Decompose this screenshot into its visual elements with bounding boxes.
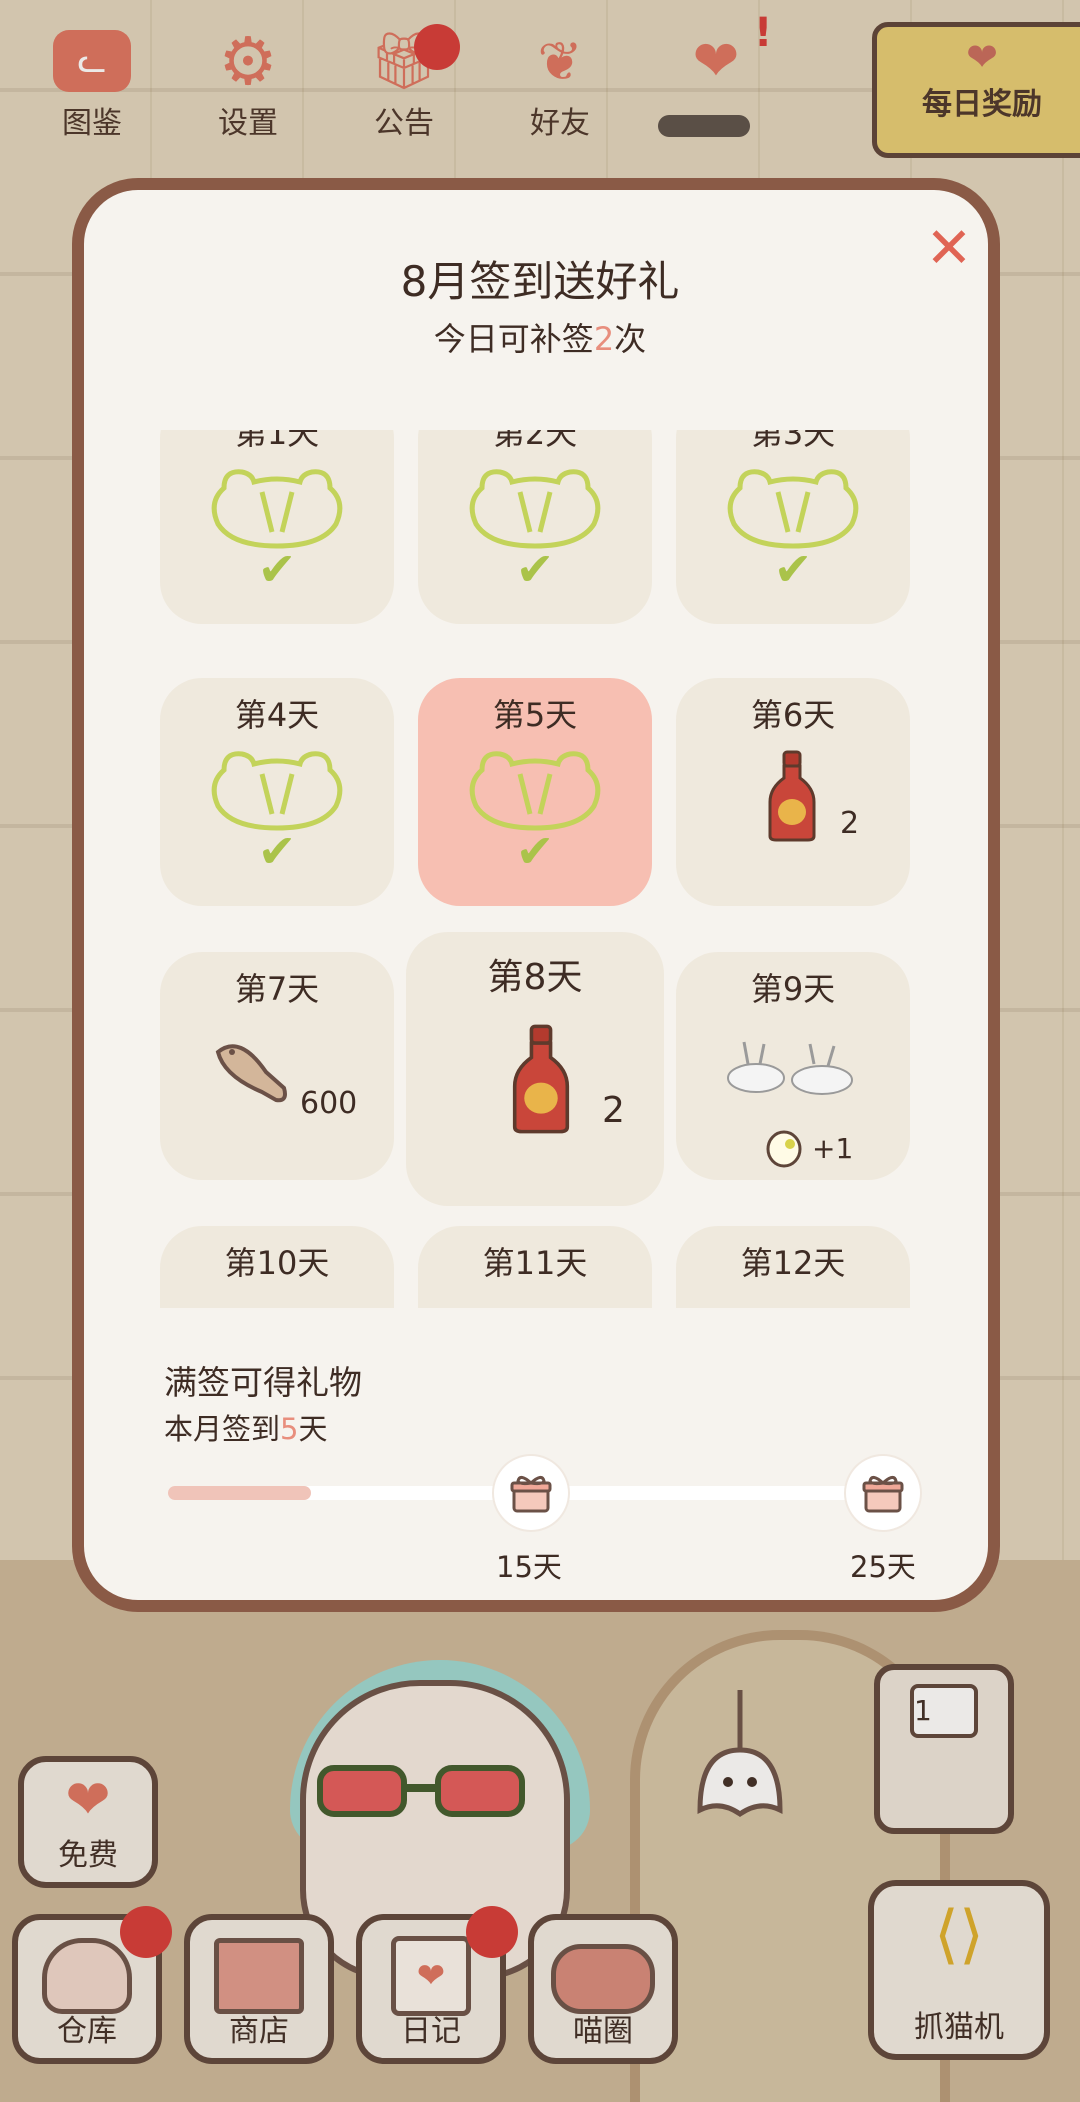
month-count: 5 (280, 1412, 299, 1446)
gift-box-icon (510, 1476, 552, 1513)
day-label: 第10天 (224, 1244, 330, 1282)
checkmark-icon: ✔ (257, 824, 297, 878)
bunny-cloud-icon (727, 1041, 853, 1095)
day-label: 第12天 (740, 1244, 846, 1282)
day-label: 第1天 (234, 430, 320, 452)
checkmark-icon: ✔ (515, 542, 555, 596)
day-cell-10[interactable]: 第10天 (160, 1226, 394, 1308)
day-cell-3[interactable]: 第3天 ✔ (676, 430, 910, 624)
day-label: 第2天 (492, 430, 578, 452)
sauce-bottle-icon (768, 750, 816, 842)
month-prefix: 本月签到 (164, 1412, 281, 1446)
egg-icon (766, 1130, 802, 1168)
day-cell-9[interactable]: 第9天 +1 (676, 952, 910, 1180)
frog-face-icon (211, 469, 343, 549)
full-gift-title: 满签可得礼物 (164, 1363, 362, 1402)
reward-count: 2 (840, 806, 860, 841)
dialog-title: 8月签到送好礼 (400, 257, 680, 306)
frog-face-icon (469, 469, 601, 549)
day-cell-12[interactable]: 第12天 (676, 1226, 910, 1308)
day-label: 第7天 (234, 970, 320, 1008)
day-label: 第6天 (750, 696, 836, 734)
day-label: 第9天 (750, 970, 836, 1008)
day-label: 第5天 (492, 696, 578, 734)
day-cell-1[interactable]: 第1天 ✔ (160, 430, 394, 624)
frog-face-icon (469, 751, 601, 831)
milestone-15-label: 15天 (496, 1550, 562, 1584)
day-cell-8-featured[interactable]: 第8天 2 (406, 932, 664, 1206)
checkmark-icon: ✔ (257, 542, 297, 596)
subtitle-suffix: 次 (614, 320, 647, 358)
dialog-subtitle: 今日可补签2次 (0, 314, 1080, 360)
day-label: 第3天 (750, 430, 836, 452)
day-cell-7[interactable]: 第7天 600 (160, 952, 394, 1180)
frog-face-icon (211, 751, 343, 831)
milestone-15-gift-button[interactable] (494, 1456, 568, 1530)
makeup-count: 2 (593, 320, 615, 358)
month-suffix: 天 (298, 1412, 328, 1446)
sauce-bottle-icon (512, 1024, 570, 1134)
day-label: 第8天 (487, 957, 583, 998)
milestone-25-gift-button[interactable] (846, 1456, 920, 1530)
month-checkin-text: 本月签到5天 (164, 1406, 327, 1448)
day-cell-2[interactable]: 第2天 ✔ (418, 430, 652, 624)
day-cell-5-today[interactable]: 第5天 ✔ (418, 678, 652, 906)
reward-count: +1 (812, 1132, 854, 1165)
subtitle-prefix: 今日可补签 (433, 320, 594, 358)
day-cell-11[interactable]: 第11天 (418, 1226, 652, 1308)
checkmark-icon: ✔ (515, 824, 555, 878)
fish-biscuit-icon (215, 1044, 287, 1103)
frog-face-icon (727, 469, 859, 549)
gift-box-icon (862, 1476, 904, 1513)
day-cell-4[interactable]: 第4天 ✔ (160, 678, 394, 906)
day-label: 第11天 (482, 1244, 588, 1282)
progress-fill (168, 1486, 312, 1500)
reward-count: 600 (300, 1086, 358, 1121)
checkmark-icon: ✔ (773, 542, 813, 596)
checkin-day-grid: 第1天 ✔ 第2天 ✔ 第3天 ✔ 第4天 ✔ 第5天 ✔ 第6天 2 第7天 … (160, 430, 914, 1308)
day-cell-6[interactable]: 第6天 2 (676, 678, 910, 906)
day-label: 第4天 (234, 696, 320, 734)
reward-count: 2 (602, 1090, 625, 1131)
milestone-25-label: 25天 (850, 1550, 916, 1584)
